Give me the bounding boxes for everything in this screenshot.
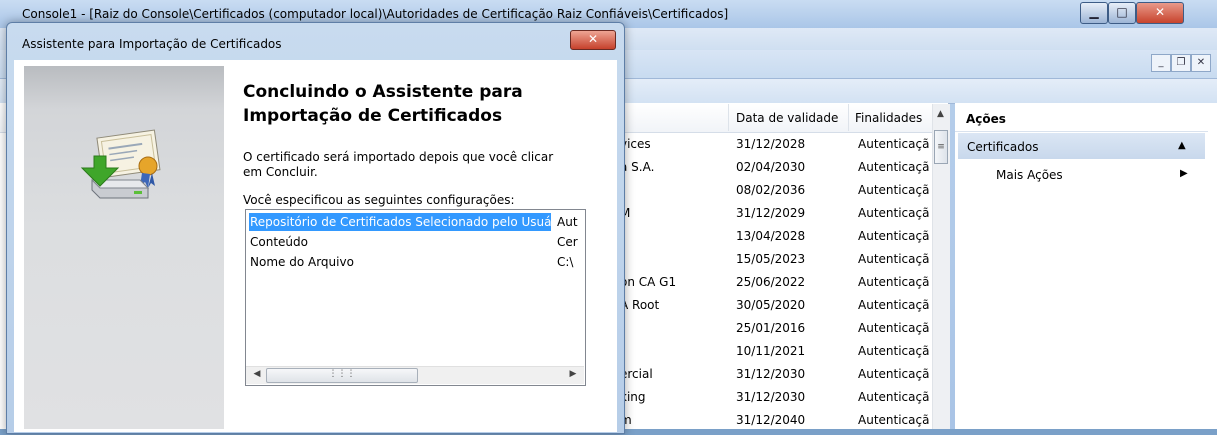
cell-purpose: Autenticaçã: [858, 275, 930, 289]
cell-expiration: 30/05/2020: [736, 298, 806, 312]
cell-purpose: Autenticaçã: [858, 321, 930, 335]
cell-expiration: 31/12/2030: [736, 390, 806, 404]
cell-purpose: Autenticaçã: [858, 390, 930, 404]
setting-key[interactable]: Repositório de Certificados Selecionado …: [250, 213, 567, 231]
scrollbar-thumb[interactable]: ≡: [934, 130, 948, 164]
mdi-restore-button[interactable]: ❐: [1171, 54, 1191, 72]
cell-expiration: 15/05/2023: [736, 252, 806, 266]
cell-purpose: Autenticaçã: [858, 298, 930, 312]
cell-expiration: 10/11/2021: [736, 344, 806, 358]
mdi-minimize-button[interactable]: _: [1151, 54, 1171, 72]
setting-value[interactable]: C:\: [557, 253, 573, 271]
wizard-close-button[interactable]: ✕: [570, 30, 616, 50]
cell-purpose: Autenticaçã: [858, 137, 930, 151]
mmc-close-button[interactable]: ✕: [1136, 2, 1184, 24]
setting-value[interactable]: Cer: [557, 233, 578, 251]
cell-expiration: 31/12/2029: [736, 206, 806, 220]
column-header-expiration[interactable]: Data de validade: [736, 111, 838, 125]
cell-purpose: Autenticaçã: [858, 183, 930, 197]
setting-key[interactable]: Nome do Arquivo: [250, 253, 354, 271]
minimize-icon: ▁: [1089, 5, 1099, 19]
cell-expiration: 31/12/2040: [736, 413, 806, 427]
cell-name: A Root: [620, 298, 660, 312]
scroll-up-arrow-icon[interactable]: ▲: [933, 109, 948, 125]
setting-key[interactable]: Conteúdo: [250, 233, 308, 251]
actions-section-label: Certificados: [967, 140, 1039, 154]
maximize-icon: □: [1116, 5, 1128, 19]
wizard-side-panel: [24, 66, 224, 429]
cell-purpose: Autenticaçã: [858, 160, 930, 174]
cell-expiration: 25/06/2022: [736, 275, 806, 289]
settings-label: Você especificou as seguintes configuraç…: [243, 193, 515, 207]
column-divider[interactable]: [848, 104, 849, 131]
maximize-button[interactable]: □: [1108, 2, 1136, 24]
close-icon: ✕: [587, 32, 599, 46]
scroll-right-arrow-icon[interactable]: ▶: [566, 366, 580, 383]
scrollbar-thumb[interactable]: ⋮⋮⋮: [266, 368, 418, 383]
chevron-right-icon: ▶: [1180, 168, 1188, 179]
cell-purpose: Autenticaçã: [858, 413, 930, 427]
certificate-import-icon: [80, 129, 161, 199]
actions-title: Ações: [966, 112, 1006, 126]
more-actions-item[interactable]: Mais Ações: [996, 168, 1063, 182]
cell-expiration: 08/02/2036: [736, 183, 806, 197]
close-icon: ✕: [1196, 57, 1206, 68]
cell-purpose: Autenticaçã: [858, 367, 930, 381]
minimize-icon: _: [1158, 57, 1164, 68]
minimize-button[interactable]: ▁: [1080, 2, 1108, 24]
column-header-purposes[interactable]: Finalidades: [855, 111, 922, 125]
wizard-heading: Concluindo o Assistente para Importação …: [243, 82, 523, 126]
scroll-left-arrow-icon[interactable]: ◀: [250, 366, 264, 383]
cell-purpose: Autenticaçã: [858, 229, 930, 243]
collapse-up-icon[interactable]: ▲: [1178, 140, 1186, 151]
cell-expiration: 13/04/2028: [736, 229, 806, 243]
wizard-description: O certificado será importado depois que …: [243, 150, 554, 179]
cell-name: on CA G1: [620, 275, 677, 289]
cell-expiration: 31/12/2028: [736, 137, 806, 151]
wizard-title: Assistente para Importação de Certificad…: [22, 37, 282, 51]
cell-name: a S.A.: [620, 160, 655, 174]
column-divider[interactable]: [728, 104, 729, 131]
cell-purpose: Autenticaçã: [858, 344, 930, 358]
cell-expiration: 25/01/2016: [736, 321, 806, 335]
cell-expiration: 02/04/2030: [736, 160, 806, 174]
cell-expiration: 31/12/2030: [736, 367, 806, 381]
cell-purpose: Autenticaçã: [858, 206, 930, 220]
setting-value[interactable]: Aut: [557, 213, 578, 231]
cell-purpose: Autenticaçã: [858, 252, 930, 266]
close-icon: ✕: [1154, 5, 1166, 19]
restore-icon: ❐: [1176, 57, 1186, 68]
mmc-title-text: Console1 - [Raiz do Console\Certificados…: [22, 7, 729, 21]
mdi-close-button[interactable]: ✕: [1191, 54, 1211, 72]
